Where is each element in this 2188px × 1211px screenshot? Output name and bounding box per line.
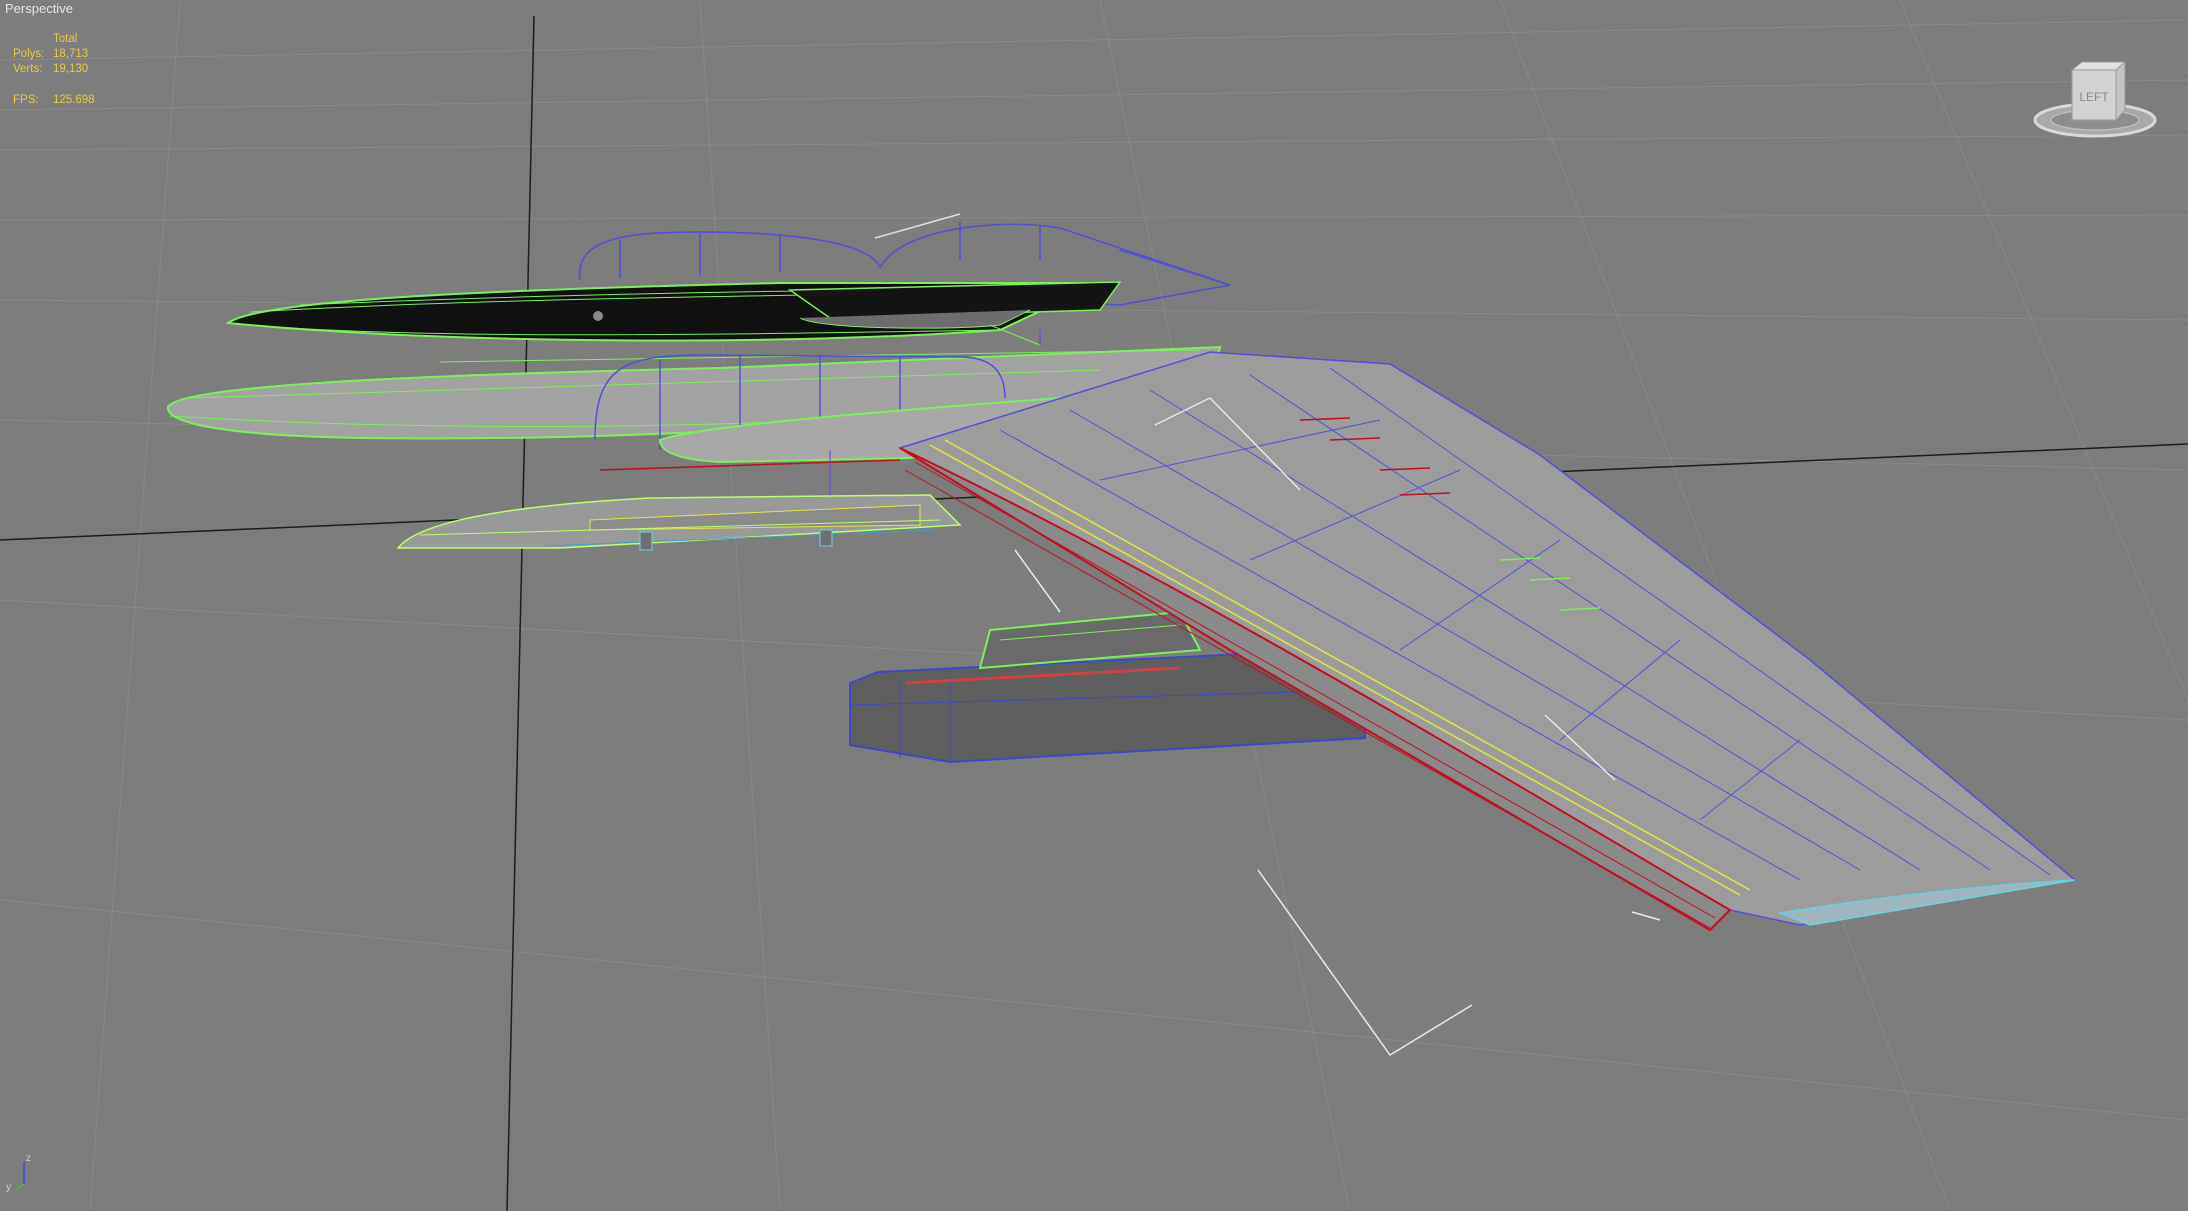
lower-stabilizer-mesh	[396, 494, 962, 551]
fps-row: FPS: 125.698	[13, 93, 95, 108]
axis-z-label: z	[26, 1153, 31, 1164]
polys-value: 18,713	[53, 48, 89, 60]
verts-label: Verts:	[13, 63, 43, 75]
fps-value: 125.698	[53, 94, 95, 106]
axis-y-label: y	[6, 1182, 11, 1193]
axis-gizmo: z y	[6, 1153, 31, 1193]
verts-row: Verts: 19,130	[13, 62, 95, 77]
viewcube-face-label: LEFT	[2079, 90, 2109, 104]
viewcube[interactable]: LEFT	[2030, 58, 2160, 148]
perspective-viewport[interactable]: z y	[0, 0, 2188, 1211]
grid	[0, 0, 2188, 1211]
stats-gap	[13, 77, 95, 93]
home-grid-axes	[0, 15, 2188, 1211]
polys-row: Polys: 18,713	[13, 47, 95, 62]
verts-value: 19,130	[53, 63, 89, 75]
statistics-overlay: Total Polys: 18,713 Verts: 19,130 FPS: 1…	[13, 32, 95, 108]
polys-label: Polys:	[13, 48, 45, 60]
fps-label: FPS:	[13, 94, 39, 106]
stats-header: Total	[53, 33, 78, 45]
viewport-label[interactable]: Perspective	[5, 1, 73, 16]
